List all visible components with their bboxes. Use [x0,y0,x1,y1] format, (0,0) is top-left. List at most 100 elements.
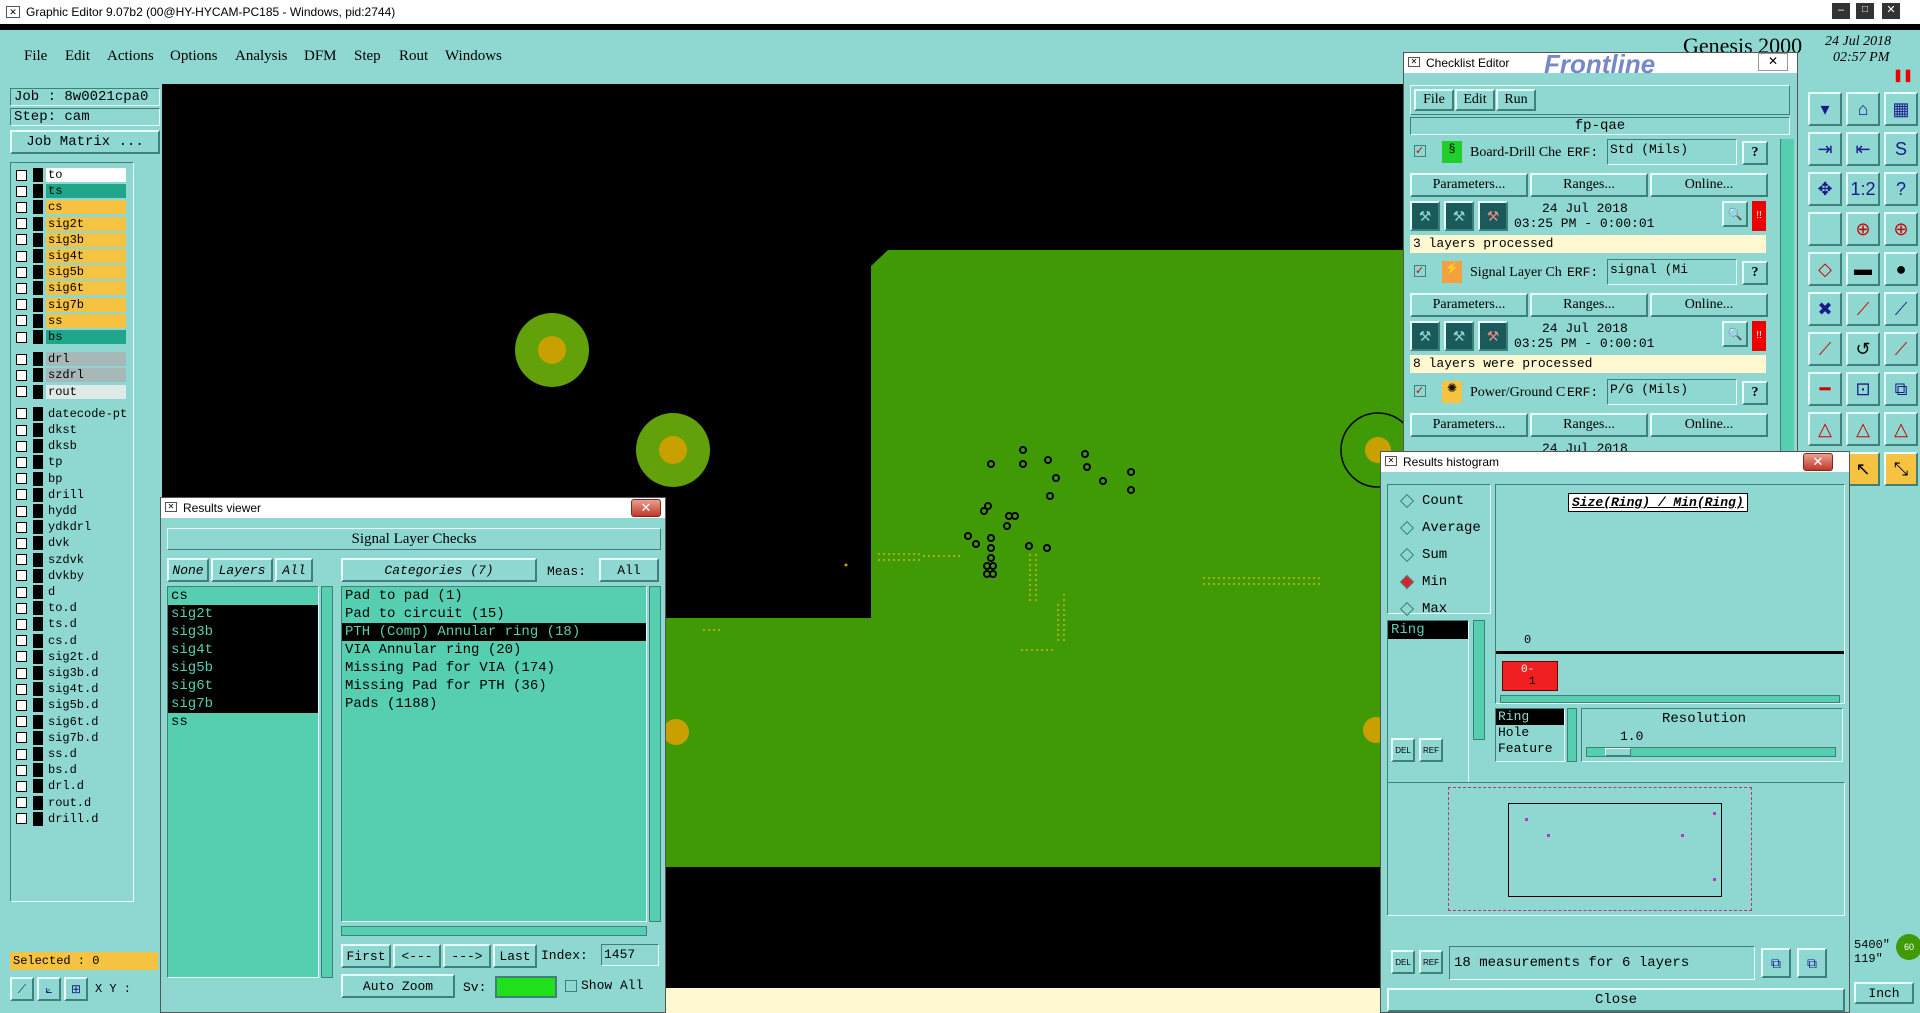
layer-color-swatch[interactable] [33,384,43,399]
run-report-icon[interactable]: ⚒ [1478,321,1508,351]
layer-row[interactable]: drill [11,487,139,503]
layers-list[interactable]: cs sig2t sig3b sig4t sig5b sig6t sig7b ss [167,586,319,978]
layer-checkbox[interactable] [16,732,27,744]
categories-hscroll[interactable] [341,926,647,936]
layer-row[interactable]: szdrl [11,367,139,383]
blank-tool-icon[interactable] [1808,212,1842,246]
layer-checkbox[interactable] [16,764,27,776]
layer-checkbox[interactable] [16,667,27,679]
type-list-item[interactable]: Ring [1496,709,1564,725]
category-list-item[interactable]: VIA Annular ring (20) [342,641,646,659]
sv-color-select[interactable] [495,976,557,998]
measure2-icon[interactable]: ⊕ [1884,212,1918,246]
layer-row[interactable]: to.d [11,600,139,616]
layer-checkbox[interactable] [16,683,27,695]
export-icon[interactable]: ⧉ [1761,948,1791,978]
layer-color-swatch[interactable] [33,714,43,729]
show-all-checkbox[interactable] [565,980,577,992]
layer-color-swatch[interactable] [33,520,43,535]
layer-checkbox[interactable] [16,424,27,436]
layer-color-swatch[interactable] [33,763,43,778]
category-list-item[interactable]: Missing Pad for VIA (174) [342,659,646,677]
layer-color-swatch[interactable] [33,649,43,664]
save-icon[interactable]: ▾ [1808,92,1842,126]
view-results-icon[interactable]: 🔍 [1722,321,1748,347]
layer-checkbox[interactable] [16,537,27,549]
layer-row[interactable]: to [11,167,139,183]
layer-row[interactable]: bp [11,471,139,487]
layers-icon[interactable]: S [1884,132,1918,166]
job-matrix-button[interactable]: Job Matrix ... [10,130,160,154]
layer-color-swatch[interactable] [33,200,43,215]
layer-color-swatch[interactable] [33,536,43,551]
layer-color-swatch[interactable] [33,232,43,247]
del-icon[interactable]: DEL [1391,738,1415,762]
ref-icon[interactable]: REF [1419,738,1443,762]
copy-icon[interactable]: ⧉ [1884,372,1918,406]
layer-row[interactable]: szdvk [11,552,139,568]
layer-row[interactable]: rout [11,384,139,400]
layer-row[interactable]: sig5b.d [11,697,139,713]
connect-icon[interactable]: ⟋ [1846,292,1880,326]
home-icon[interactable]: ⌂ [1846,92,1880,126]
layer-checkbox[interactable] [16,602,27,614]
checklist-scrollbar[interactable] [1780,139,1794,459]
layer-row[interactable]: sig4t.d [11,681,139,697]
layer-color-swatch[interactable] [33,439,43,454]
layer-color-swatch[interactable] [33,585,43,599]
erf-field[interactable]: P/G (Mils) [1607,379,1737,405]
layer-row[interactable]: rout.d [11,795,139,811]
line-width-icon[interactable]: ▬ [1846,252,1880,286]
layer-checkbox[interactable] [16,635,27,647]
mode-sum[interactable]: Sum [1399,547,1447,563]
categories-button[interactable]: Categories (7) [341,558,537,582]
layer-checkbox[interactable] [16,748,27,760]
layer-row[interactable]: sig2t [11,216,139,232]
layer-row[interactable]: sig2t.d [11,649,139,665]
layer-color-swatch[interactable] [33,504,43,518]
layer-checkbox[interactable] [16,266,27,278]
category-list-item[interactable]: Pad to pad (1) [342,587,646,605]
layer-row[interactable]: sig3b.d [11,665,139,681]
category-list-item[interactable]: Pads (1188) [342,695,646,713]
layer-row[interactable]: sig6t.d [11,714,139,730]
checklist-menu-run[interactable]: Run [1496,89,1536,111]
online-button[interactable]: Online... [1650,173,1768,197]
check-item-name[interactable]: Board-Drill Che [1470,145,1565,161]
layer-list-item[interactable]: sig2t [168,605,318,623]
layer-checkbox[interactable] [16,201,27,213]
layer-checkbox[interactable] [16,699,27,711]
layer-color-swatch[interactable] [33,265,43,280]
measure-icon[interactable]: ⊕ [1846,212,1880,246]
type-list[interactable]: Ring Hole Feature [1495,708,1565,762]
layer-checkbox[interactable] [16,408,27,420]
all-button[interactable]: All [275,558,313,582]
triangle3-icon[interactable]: △ [1884,412,1918,446]
layer-color-swatch[interactable] [33,682,43,697]
layer-list-item[interactable]: cs [168,587,318,605]
draw-arc-icon[interactable]: ⟀ [37,977,61,1001]
layer-checkbox[interactable] [16,169,27,181]
layer-row[interactable]: dkst [11,422,139,438]
layer-color-swatch[interactable] [33,666,43,680]
layer-row[interactable]: sig7b.d [11,730,139,746]
index-input[interactable]: 1457 [601,944,659,966]
layer-row[interactable]: dksb [11,438,139,454]
layer-row[interactable]: sig6t [11,280,139,296]
layer-row[interactable]: bs [11,329,139,345]
check-help-button[interactable]: ? [1742,141,1768,165]
check-item-name[interactable]: Signal Layer Ch [1470,265,1565,281]
del-icon[interactable]: DEL [1391,950,1415,974]
histogram-bar[interactable]: 0- 1 [1502,661,1558,691]
line-icon[interactable]: ⟋ [1808,332,1842,366]
shape-icon[interactable]: ◇ [1808,252,1842,286]
layer-checkbox[interactable] [16,780,27,792]
layer-checkbox[interactable] [16,489,27,501]
menu-rout[interactable]: Rout [399,48,428,65]
layer-color-swatch[interactable] [33,471,43,486]
cross-icon[interactable]: ✖ [1808,292,1842,326]
layer-color-swatch[interactable] [33,330,43,344]
run-icon[interactable]: ⚒ [1410,321,1440,351]
layer-row[interactable]: dvk [11,535,139,551]
layer-color-swatch[interactable] [33,455,43,470]
